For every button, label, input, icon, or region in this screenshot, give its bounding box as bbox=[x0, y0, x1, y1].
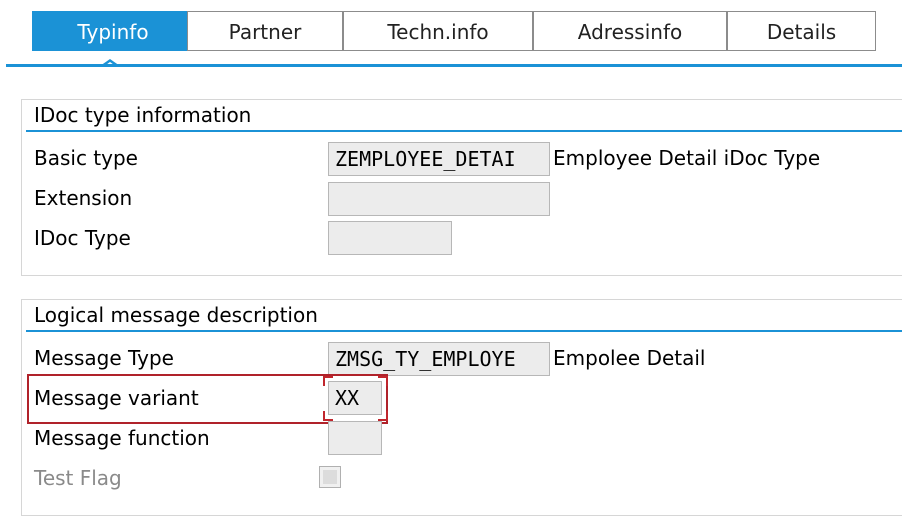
message-type-field[interactable]: ZMSG_TY_EMPLOYE bbox=[328, 342, 550, 376]
message-type-label: Message Type bbox=[34, 346, 174, 370]
basic-type-label: Basic type bbox=[34, 146, 138, 170]
message-variant-label: Message variant bbox=[34, 386, 199, 410]
tab-adressinfo[interactable]: Adressinfo bbox=[533, 11, 727, 51]
idoc-type-field[interactable] bbox=[328, 221, 452, 255]
test-flag-label: Test Flag bbox=[34, 466, 122, 490]
basic-type-description: Employee Detail iDoc Type bbox=[553, 146, 821, 170]
focus-corner-icon bbox=[323, 411, 333, 421]
focus-corner-icon bbox=[323, 376, 333, 386]
extension-field[interactable] bbox=[328, 182, 550, 216]
idoc-type-label: IDoc Type bbox=[34, 226, 131, 250]
message-type-description: Empolee Detail bbox=[553, 346, 706, 370]
message-function-field[interactable] bbox=[328, 421, 382, 455]
extension-label: Extension bbox=[34, 186, 133, 210]
focus-corner-icon bbox=[378, 376, 388, 386]
message-variant-field[interactable]: XX bbox=[328, 381, 382, 415]
tab-partner[interactable]: Partner bbox=[187, 11, 343, 51]
message-function-label: Message function bbox=[34, 426, 210, 450]
test-flag-checkbox[interactable] bbox=[319, 466, 341, 488]
basic-type-field[interactable]: ZEMPLOYEE_DETAI bbox=[328, 142, 550, 176]
group-divider bbox=[26, 330, 902, 332]
group-divider bbox=[26, 130, 902, 132]
tab-details[interactable]: Details bbox=[727, 11, 876, 51]
focus-corner-icon bbox=[378, 411, 388, 421]
tab-strip: Typinfo Partner Techn.info Adressinfo De… bbox=[0, 0, 902, 72]
tab-underline bbox=[6, 64, 902, 67]
group-title: IDoc type information bbox=[34, 103, 252, 127]
group-title: Logical message description bbox=[34, 303, 318, 327]
tab-techn-info[interactable]: Techn.info bbox=[343, 11, 533, 51]
tab-typinfo[interactable]: Typinfo bbox=[32, 11, 194, 51]
